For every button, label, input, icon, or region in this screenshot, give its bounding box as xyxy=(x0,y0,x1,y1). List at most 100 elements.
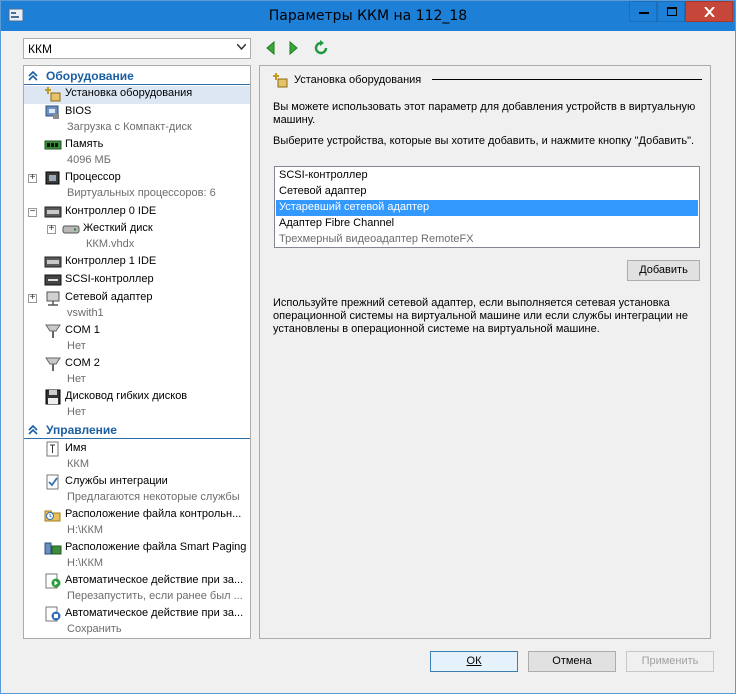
tree-item-sub: Нет xyxy=(67,373,86,385)
tree-item-label: Контроллер 0 IDE xyxy=(65,205,157,217)
tree-item-bios[interactable]: BIOS Загрузка с Компакт-диск xyxy=(24,104,250,137)
tree-item-sub: ККМ.vhdx xyxy=(86,238,135,250)
tree-item-label: Установка оборудования xyxy=(65,87,193,99)
device-option-network-adapter[interactable]: Сетевой адаптер xyxy=(276,184,698,200)
settings-window: Параметры ККМ на 112_18 ККМ Оборудование… xyxy=(0,0,736,694)
tree-item-label: Расположение файла Smart Paging xyxy=(65,541,247,553)
tree-item-label: COM 2 xyxy=(65,357,100,369)
ok-button[interactable]: ОК xyxy=(430,651,518,672)
hardware-section-header[interactable]: Оборудование xyxy=(24,68,250,85)
tree-item-sub: Нет xyxy=(67,406,86,418)
title-bar[interactable]: Параметры ККМ на 112_18 xyxy=(1,1,735,31)
hard-drive-icon xyxy=(62,225,80,234)
device-option-scsi-controller[interactable]: SCSI-контроллер xyxy=(276,168,698,184)
expand-toggle[interactable]: + xyxy=(28,172,37,183)
apply-button-label: Применить xyxy=(641,655,699,667)
com-port-icon xyxy=(45,324,61,338)
tree-item-sub: Предлагаются некоторые службы xyxy=(67,491,240,503)
window-title: Параметры ККМ на 112_18 xyxy=(268,8,468,24)
network-adapter-icon xyxy=(46,291,60,306)
tree-item-integration-services[interactable]: Службы интеграции Предлагаются некоторые… xyxy=(24,474,250,507)
add-hardware-icon xyxy=(273,73,288,88)
tree-item-label: Контроллер 1 IDE xyxy=(65,255,157,267)
vm-select-value: ККМ xyxy=(28,42,52,56)
expand-toggle[interactable]: + xyxy=(28,292,37,303)
tree-item-sub: 4096 МБ xyxy=(67,154,111,166)
ide-controller-icon xyxy=(44,206,62,218)
tree-item-sub: Загрузка с Компакт-диск xyxy=(67,121,192,133)
scsi-controller-icon xyxy=(44,274,62,286)
tree-item-sub: ККМ xyxy=(67,458,89,470)
forward-icon[interactable] xyxy=(285,40,301,56)
expand-toggle[interactable]: + xyxy=(47,223,56,234)
close-icon xyxy=(704,7,715,17)
toolbar: ККМ xyxy=(1,31,735,63)
floppy-disk-icon xyxy=(45,389,61,405)
description-text: Используйте прежний сетевой адаптер, есл… xyxy=(273,297,688,335)
tree-item-automatic-start-action[interactable]: Автоматическое действие при за... Переза… xyxy=(24,573,250,606)
tree-item-add-hardware[interactable]: Установка оборудования xyxy=(24,86,250,104)
back-icon[interactable] xyxy=(263,40,279,56)
tree-item-sub: Перезапустить, если ранее был ... xyxy=(67,590,243,602)
ide-controller-icon xyxy=(44,256,62,268)
hardware-header-label: Оборудование xyxy=(46,69,134,83)
device-option-legacy-network-adapter[interactable]: Устаревший сетевой адаптер xyxy=(276,200,698,216)
tree-item-automatic-stop-action[interactable]: Автоматическое действие при за... Сохран… xyxy=(24,606,250,638)
device-option-remotefx-adapter: Трехмерный видеоадаптер RemoteFX xyxy=(279,233,474,245)
tree-item-label: Службы интеграции xyxy=(65,475,168,487)
tree-item-sub: vswith1 xyxy=(67,307,104,319)
tree-item-com1[interactable]: COM 1 Нет xyxy=(24,323,250,356)
minimize-button[interactable] xyxy=(629,1,657,22)
tree-item-name[interactable]: Имя ККМ xyxy=(24,441,250,474)
tree-item-sub: Виртуальных процессоров: 6 xyxy=(67,187,216,199)
close-button[interactable] xyxy=(685,1,733,22)
integration-services-icon xyxy=(46,474,59,490)
apply-button: Применить xyxy=(626,651,714,672)
minimize-icon xyxy=(639,12,649,14)
tree-item-floppy-drive[interactable]: Дисковод гибких дисков Нет xyxy=(24,389,250,422)
tree-item-network-adapter[interactable]: + Сетевой адаптер vswith1 xyxy=(24,290,250,323)
tree-item-memory[interactable]: Память 4096 МБ xyxy=(24,137,250,170)
tree-item-com2[interactable]: COM 2 Нет xyxy=(24,356,250,389)
device-list[interactable]: SCSI-контроллер Сетевой адаптер Устаревш… xyxy=(274,166,700,248)
tree-item-label: SCSI-контроллер xyxy=(65,273,154,285)
tree-item-label: Имя xyxy=(65,442,87,454)
tree-item-label: Память xyxy=(65,138,104,150)
tree-item-smart-paging-location[interactable]: Расположение файла Smart Paging H:\ККМ xyxy=(24,540,250,573)
tree-item-hard-drive[interactable]: + Жесткий диск ККМ.vhdx xyxy=(24,221,250,254)
settings-tree: Оборудование Установка оборудования BIOS… xyxy=(23,65,251,639)
tree-item-checkpoint-location[interactable]: Расположение файла контрольн... H:\ККМ xyxy=(24,507,250,540)
tree-item-label: Автоматическое действие при за... xyxy=(65,574,244,586)
add-button[interactable]: Добавить xyxy=(627,260,700,281)
memory-icon xyxy=(44,140,62,150)
collapse-chevron-icon xyxy=(28,71,38,81)
com-port-icon xyxy=(45,357,61,371)
tree-item-label: Сетевой адаптер xyxy=(65,291,153,303)
management-section-header[interactable]: Управление xyxy=(24,422,250,439)
tree-item-label: COM 1 xyxy=(65,324,100,336)
refresh-icon[interactable] xyxy=(313,40,329,56)
management-header-label: Управление xyxy=(46,423,117,437)
device-option-fibre-channel-adapter[interactable]: Адаптер Fibre Channel xyxy=(276,216,698,232)
intro-text: Вы можете использовать этот параметр для… xyxy=(273,101,696,126)
smart-paging-icon xyxy=(44,542,62,555)
checkpoint-folder-icon xyxy=(44,510,61,522)
cancel-button[interactable]: Отмена xyxy=(528,651,616,672)
collapse-chevron-icon xyxy=(28,425,38,435)
tree-item-label: Расположение файла контрольн... xyxy=(65,508,242,520)
processor-icon xyxy=(45,171,60,185)
tree-item-sub: H:\ККМ xyxy=(67,524,104,536)
tree-item-processor[interactable]: + Процессор Виртуальных процессоров: 6 xyxy=(24,170,250,203)
tree-item-label: Дисковод гибких дисков xyxy=(65,390,188,402)
tree-item-label: Процессор xyxy=(65,171,121,183)
add-hardware-icon xyxy=(45,87,61,102)
maximize-button[interactable] xyxy=(657,1,685,22)
collapse-toggle[interactable]: − xyxy=(28,206,37,217)
section-title-label: Установка оборудования xyxy=(294,74,422,86)
cancel-button-label: Отмена xyxy=(552,655,592,667)
chevron-down-icon xyxy=(237,44,246,50)
tree-item-sub: Нет xyxy=(67,340,86,352)
ok-button-label: ОК xyxy=(466,655,482,667)
instruction-text: Выберите устройства, которые вы хотите д… xyxy=(273,135,695,147)
vm-select-dropdown[interactable]: ККМ xyxy=(23,38,251,59)
